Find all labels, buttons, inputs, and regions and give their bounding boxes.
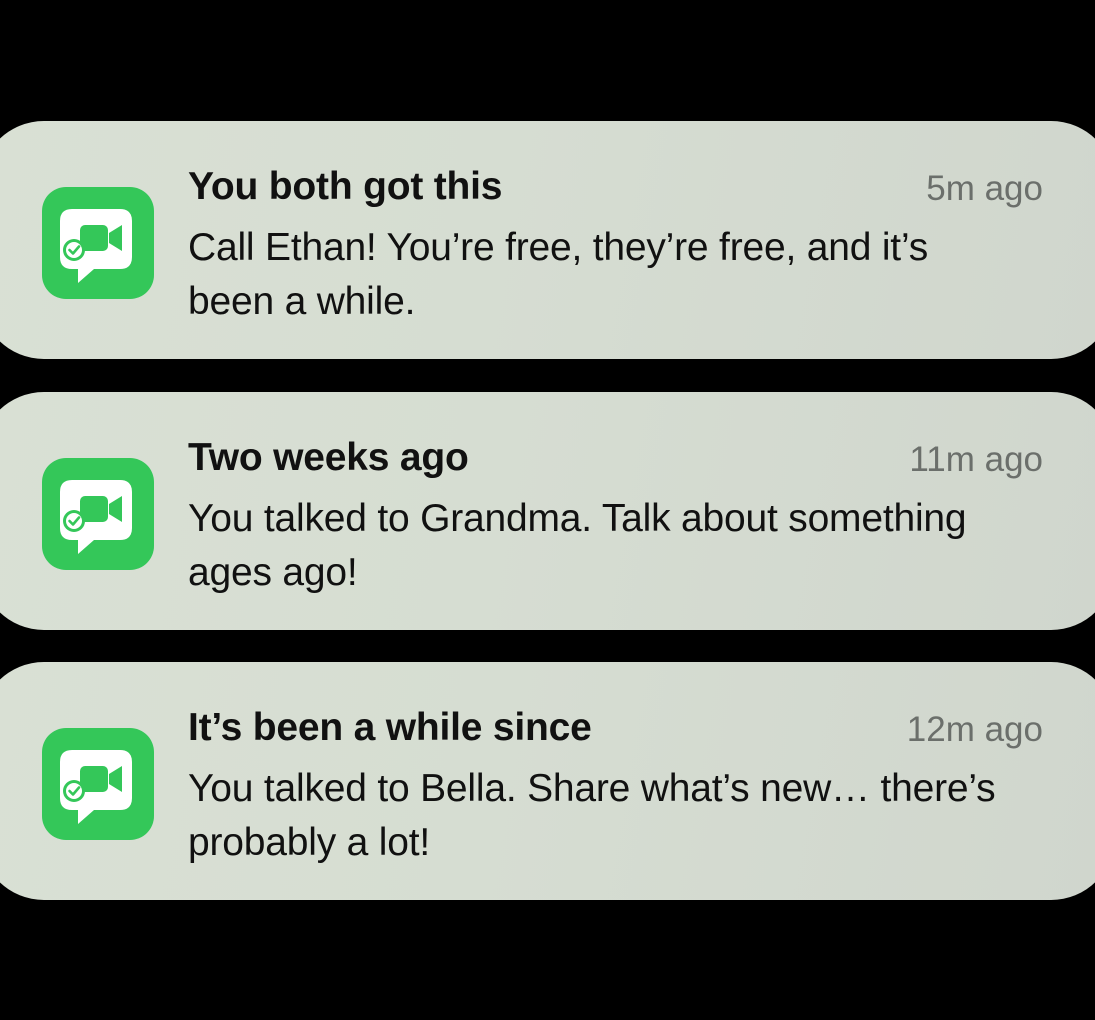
notification-card[interactable]: It’s been a while since 12m ago You talk… xyxy=(0,662,1095,900)
notification-body: You talked to Bella. Share what’s new… t… xyxy=(188,767,996,864)
notification-card[interactable]: You both got this 5m ago Call Ethan! You… xyxy=(0,121,1095,359)
notification-time: 11m ago xyxy=(909,440,1043,479)
notification-body: Call Ethan! You’re free, they’re free, a… xyxy=(188,226,928,323)
notification-time: 5m ago xyxy=(926,169,1043,208)
facetime-check-icon xyxy=(42,728,154,840)
notification-time: 12m ago xyxy=(906,710,1043,749)
notification-card[interactable]: Two weeks ago 11m ago You talked to Gran… xyxy=(0,392,1095,630)
notification-stack: You both got this 5m ago Call Ethan! You… xyxy=(0,0,1095,1020)
facetime-check-icon xyxy=(42,187,154,299)
facetime-check-icon xyxy=(42,458,154,570)
notification-title: Two weeks ago xyxy=(188,436,469,479)
notification-title: It’s been a while since xyxy=(188,706,592,749)
notification-body: You talked to Grandma. Talk about someth… xyxy=(188,497,967,594)
notification-title: You both got this xyxy=(188,165,503,208)
